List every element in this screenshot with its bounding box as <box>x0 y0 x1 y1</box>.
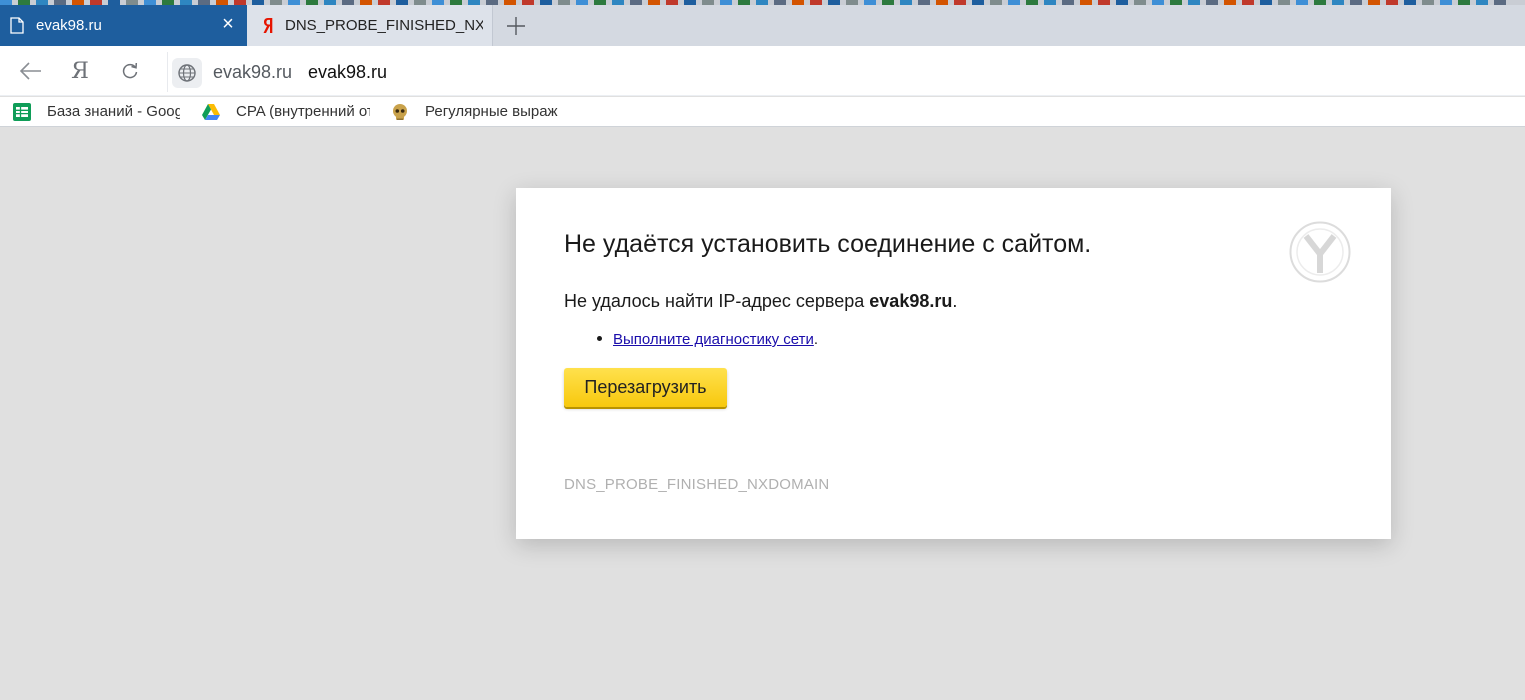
yandex-browser-logo-icon <box>1289 221 1351 283</box>
suggestion-suffix: . <box>813 331 819 348</box>
bookmark-regex[interactable]: Регулярные выражения <box>390 97 558 126</box>
site-info-button[interactable] <box>172 58 202 88</box>
address-bar[interactable]: evak98.ru evak98.ru <box>167 52 1525 92</box>
error-card: Не удаётся установить соединение с сайто… <box>516 188 1391 539</box>
suggestion-list-item: Выполните диагностику сети. <box>597 331 818 348</box>
error-code: DNS_PROBE_FINISHED_NXDOMAIN <box>564 476 830 493</box>
yandex-button[interactable]: Я <box>67 58 93 84</box>
network-diagnostics-link[interactable]: Выполните диагностику сети <box>613 331 814 348</box>
reload-icon <box>122 62 138 79</box>
close-icon[interactable]: × <box>218 14 238 34</box>
bullet-icon <box>597 335 602 341</box>
bookmark-label: Регулярные выражения <box>425 103 558 120</box>
navigation-bar: Я evak98.ru evak98.ru <box>0 46 1525 96</box>
tab-dns-error[interactable]: DNS_PROBE_FINISHED_NXDOMAIN <box>247 5 493 46</box>
bookmark-cpa[interactable]: CPA (внутренний отдел) <box>201 97 370 126</box>
new-tab-icon[interactable] <box>503 13 529 39</box>
bookmark-label: База знаний - Google <box>47 103 180 120</box>
error-message: Не удалось найти IP-адрес сервера evak98… <box>564 291 957 312</box>
address-domain: evak98.ru <box>213 62 293 82</box>
sheets-icon <box>13 102 31 121</box>
yandex-icon: Я <box>71 58 89 84</box>
document-icon <box>10 17 24 34</box>
back-button[interactable] <box>18 58 44 84</box>
error-title: Не удаётся установить соединение с сайто… <box>564 230 1092 258</box>
tab-evak98[interactable]: evak98.ru × <box>0 5 247 46</box>
globe-icon <box>178 64 196 82</box>
message-prefix: Не удалось найти IP-адрес сервера <box>564 291 870 311</box>
tab-title: DNS_PROBE_FINISHED_NXDOMAIN <box>285 17 483 34</box>
reload-page-button[interactable] <box>117 58 143 84</box>
skull-icon <box>393 103 407 120</box>
tab-bar: evak98.ru × DNS_PROBE_FINISHED_NXDOMAIN <box>0 5 1525 46</box>
arrow-left-icon <box>19 62 41 80</box>
reload-button[interactable]: Перезагрузить <box>564 368 727 407</box>
tab-title: evak98.ru <box>36 17 102 34</box>
drive-icon <box>202 103 220 120</box>
bookmarks-bar: База знаний - Google CPA (внутренний отд… <box>0 97 1525 127</box>
bookmark-label: CPA (внутренний отдел) <box>236 103 370 120</box>
message-host: evak98.ru <box>869 291 953 311</box>
yandex-icon <box>263 18 273 33</box>
address-url[interactable]: evak98.ru <box>308 62 387 83</box>
bookmark-knowledge-base[interactable]: База знаний - Google <box>12 97 180 126</box>
message-suffix: . <box>952 291 958 311</box>
